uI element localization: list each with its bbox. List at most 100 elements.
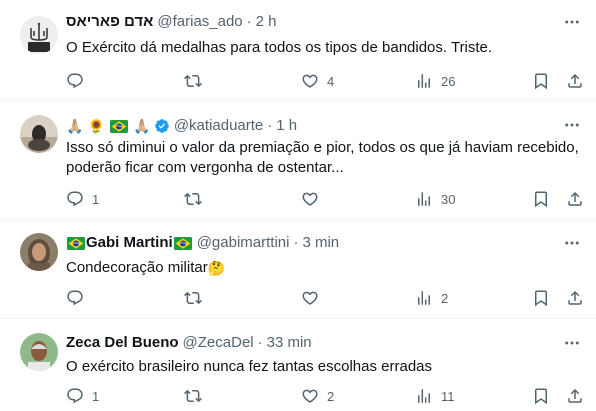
separator-dot: · xyxy=(267,117,273,134)
view-count: 11 xyxy=(441,388,455,404)
share-button[interactable] xyxy=(566,71,584,91)
action-bar: 1 30 xyxy=(58,189,588,209)
tweet-text: Condecoração militar🤔 xyxy=(66,258,586,278)
bookmark-icon xyxy=(532,190,550,208)
tweet-text: O exército brasileiro nunca fez tantas e… xyxy=(66,358,433,375)
timestamp[interactable]: 3 min xyxy=(302,233,339,253)
views-button[interactable]: 2 xyxy=(415,288,448,308)
tweet-text: Isso só diminui o valor da premiação e p… xyxy=(66,139,579,176)
retweet-icon xyxy=(184,72,202,90)
retweet-button[interactable] xyxy=(184,288,210,308)
like-icon xyxy=(301,387,319,405)
tweet[interactable]: Zeca Del Bueno @ZecaDel · 33 min O exérc… xyxy=(0,319,596,411)
tweet-header: Gabi Martini @gabimarttini · 3 min xyxy=(66,233,339,253)
views-icon xyxy=(415,190,433,208)
action-bar: 2 xyxy=(58,288,588,308)
more-icon xyxy=(563,116,581,134)
views-button[interactable]: 26 xyxy=(415,71,455,91)
views-icon xyxy=(415,72,433,90)
brazil-flag-icon xyxy=(174,237,192,250)
tweet-text-content: Condecoração militar xyxy=(66,259,208,276)
reply-icon xyxy=(66,72,84,90)
tweet[interactable]: Gabi Martini @gabimarttini · 3 min Conde… xyxy=(0,220,596,319)
reply-button[interactable]: 1 xyxy=(66,189,99,209)
bookmark-button[interactable] xyxy=(532,189,550,209)
tweet-text: O Exército dá medalhas para todos os tip… xyxy=(66,39,493,56)
bookmark-button[interactable] xyxy=(532,288,550,308)
avatar[interactable] xyxy=(20,233,58,271)
like-button[interactable]: 2 xyxy=(301,386,334,406)
share-icon xyxy=(566,72,584,90)
separator-dot: · xyxy=(246,13,252,30)
reply-icon xyxy=(66,387,84,405)
bookmark-icon xyxy=(532,289,550,307)
retweet-icon xyxy=(184,289,202,307)
view-count: 2 xyxy=(441,290,449,306)
like-count: 2 xyxy=(327,388,335,404)
tweet[interactable]: 🙏🏼 🌻 🙏🏼 @katiaduarte · 1 h Isso só dimin… xyxy=(0,101,596,220)
timestamp[interactable]: 2 h xyxy=(256,12,277,32)
like-count: 4 xyxy=(327,73,335,89)
brazil-flag-icon xyxy=(67,237,85,250)
retweet-icon xyxy=(184,190,202,208)
thinking-face-icon: 🤔 xyxy=(207,260,226,277)
views-icon xyxy=(415,387,433,405)
more-button[interactable] xyxy=(562,12,582,32)
share-icon xyxy=(566,289,584,307)
brazil-flag-icon xyxy=(110,120,128,133)
display-name[interactable]: אדם פאריאס xyxy=(66,12,153,32)
retweet-button[interactable] xyxy=(184,386,210,406)
display-name-text: Gabi Martini xyxy=(86,234,173,251)
reply-icon xyxy=(66,289,84,307)
like-button[interactable] xyxy=(301,189,327,209)
tweet-header: 🙏🏼 🌻 🙏🏼 @katiaduarte · 1 h xyxy=(66,116,297,136)
user-handle[interactable]: @gabimarttini xyxy=(197,233,290,253)
share-button[interactable] xyxy=(566,189,584,209)
retweet-icon xyxy=(184,387,202,405)
like-button[interactable]: 4 xyxy=(301,71,334,91)
avatar[interactable] xyxy=(20,333,58,371)
more-icon xyxy=(563,234,581,252)
retweet-button[interactable] xyxy=(184,189,210,209)
more-button[interactable] xyxy=(562,115,582,135)
display-name[interactable]: Gabi Martini xyxy=(66,233,193,253)
more-button[interactable] xyxy=(562,333,582,353)
like-button[interactable] xyxy=(301,288,327,308)
user-handle[interactable]: @ZecaDel xyxy=(183,333,254,353)
views-icon xyxy=(415,289,433,307)
bookmark-icon xyxy=(532,72,550,90)
reply-button[interactable] xyxy=(66,71,92,91)
tweet[interactable]: אדם פאריאס @farias_ado · 2 h O Exército … xyxy=(0,0,596,101)
reply-feed: אדם פאריאס @farias_ado · 2 h O Exército … xyxy=(0,0,596,411)
timestamp[interactable]: 33 min xyxy=(267,333,312,353)
display-name[interactable]: Zeca Del Bueno xyxy=(66,333,179,353)
praying-hands-icon: 🙏🏼 xyxy=(133,118,151,135)
user-handle[interactable]: @farias_ado xyxy=(157,12,242,32)
more-button[interactable] xyxy=(562,233,582,253)
tweet-header: Zeca Del Bueno @ZecaDel · 33 min xyxy=(66,333,312,353)
reply-button[interactable] xyxy=(66,288,92,308)
display-name[interactable]: 🙏🏼 🌻 🙏🏼 xyxy=(66,116,151,136)
share-button[interactable] xyxy=(566,288,584,308)
verified-badge-icon[interactable] xyxy=(154,118,170,134)
share-icon xyxy=(566,387,584,405)
like-icon xyxy=(301,72,319,90)
avatar[interactable] xyxy=(20,115,58,153)
bookmark-button[interactable] xyxy=(532,386,550,406)
views-button[interactable]: 30 xyxy=(415,189,455,209)
sunflower-icon: 🌻 xyxy=(87,118,106,135)
separator-dot: · xyxy=(257,334,263,351)
reply-count: 1 xyxy=(92,191,100,207)
avatar[interactable] xyxy=(20,16,58,54)
retweet-button[interactable] xyxy=(184,71,210,91)
share-button[interactable] xyxy=(566,386,584,406)
reply-button[interactable]: 1 xyxy=(66,386,99,406)
bookmark-button[interactable] xyxy=(532,71,550,91)
view-count: 26 xyxy=(441,73,456,89)
timestamp[interactable]: 1 h xyxy=(276,116,297,136)
user-handle[interactable]: @katiaduarte xyxy=(174,116,263,136)
share-icon xyxy=(566,190,584,208)
tweet-header: אדם פאריאס @farias_ado · 2 h xyxy=(66,12,277,32)
views-button[interactable]: 11 xyxy=(415,386,455,406)
more-icon xyxy=(563,13,581,31)
